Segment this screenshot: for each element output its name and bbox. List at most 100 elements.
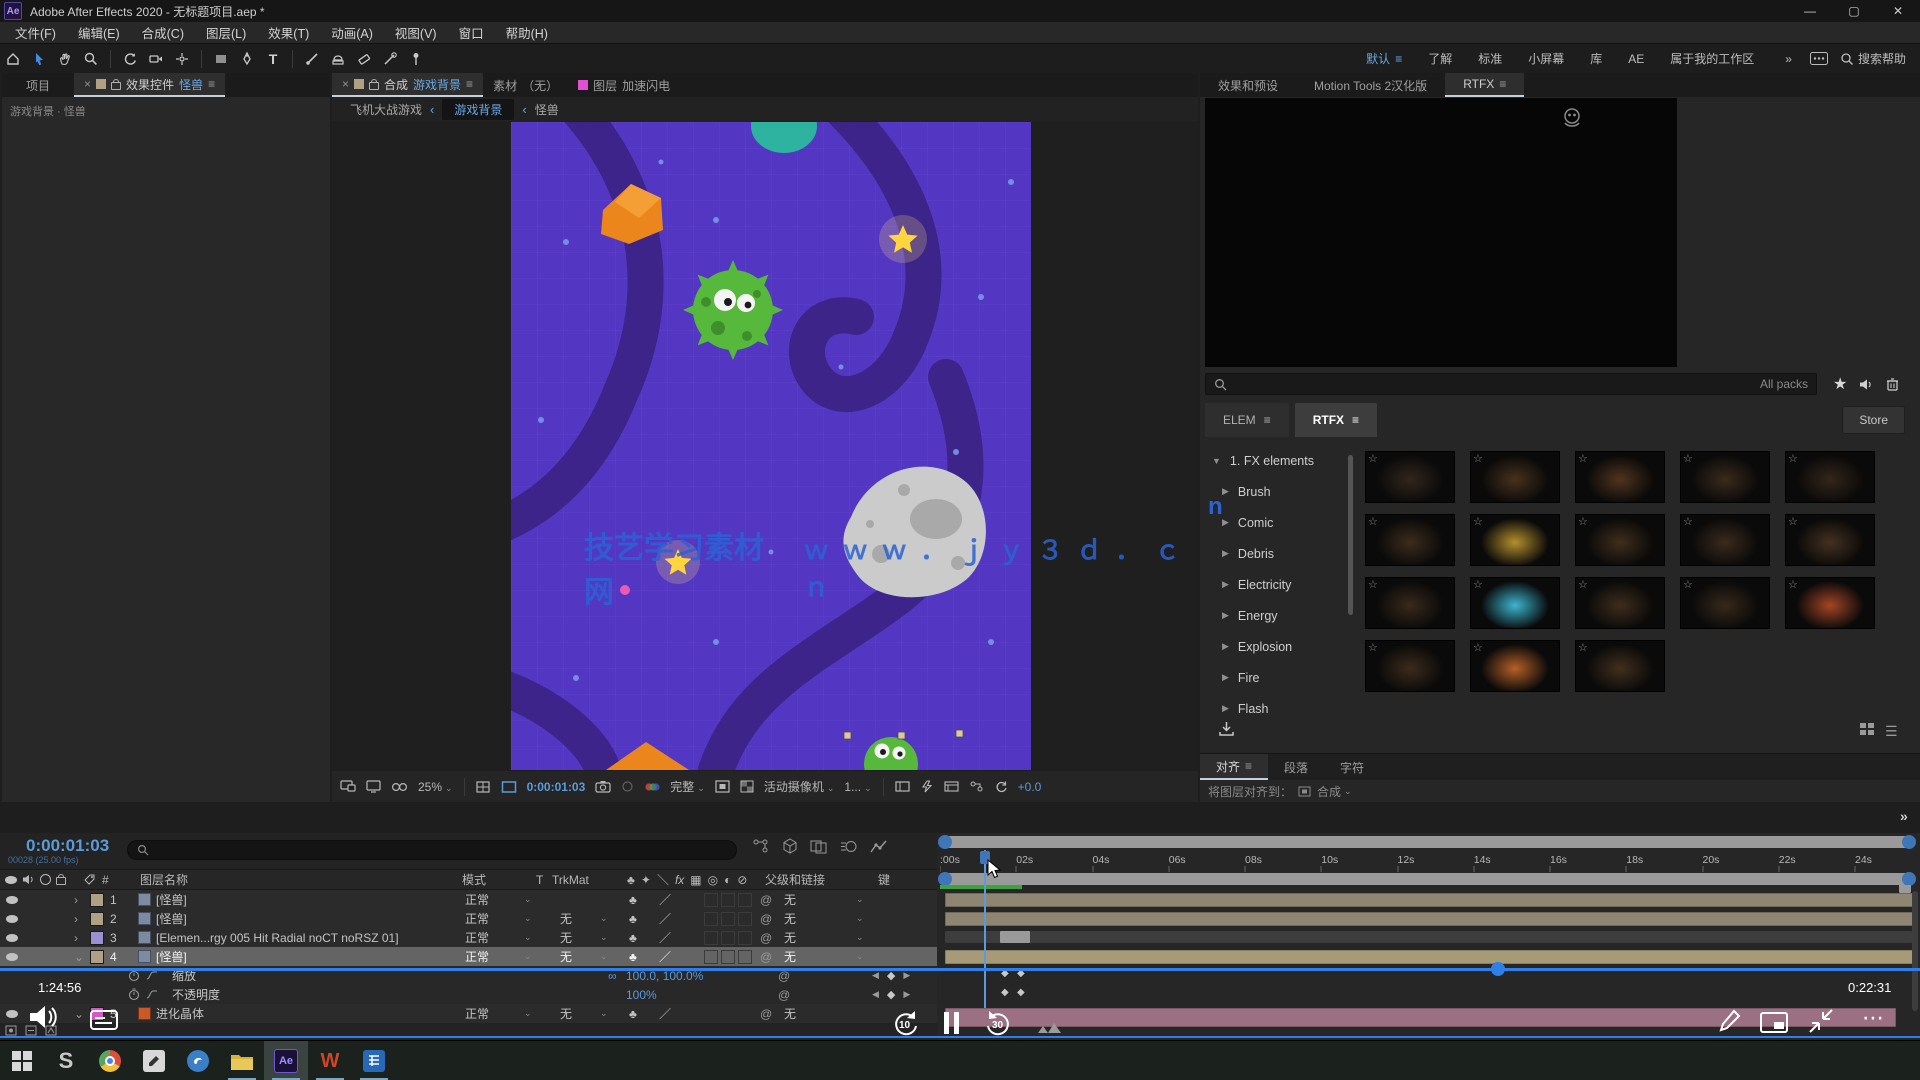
current-timecode[interactable]: 0:00:01:03 [26,836,109,856]
align-target-value[interactable]: 合成 [1317,783,1341,800]
stopwatch-icon[interactable] [128,985,140,1004]
footer-tab[interactable]: 字符≡ [1324,754,1380,780]
layer-row-5[interactable]: ⌄ 5 进化晶体 正常 ⌄ 无 ⌄ ♣ ／ @ 无 [0,1004,937,1024]
layer-bar-4[interactable] [945,950,1914,964]
viewer-tab[interactable]: × 素材 （无） ≡ [483,73,568,97]
viewer-timecode[interactable]: 0:00:01:03 [527,780,586,794]
volume-icon[interactable] [28,1003,58,1031]
quality-switch[interactable]: ／ [659,909,671,928]
favorite-star-icon[interactable]: ☆ [1473,515,1483,528]
close-button[interactable]: ✕ [1876,0,1920,22]
layer-row[interactable]: › 2 [怪兽] 正常 ⌄ 无 ⌄ ♣ ／ @ 无 ⌄ [0,909,937,929]
property-name[interactable]: 不透明度 [172,985,220,1004]
show-snapshot-icon[interactable] [621,780,634,793]
blend-mode-select[interactable]: 正常 [465,1004,489,1023]
keyframe-icon[interactable]: ◆ [1001,987,1009,998]
video-progress-line[interactable] [0,968,1920,971]
magnification-monitor-icon[interactable] [366,780,381,793]
all-packs-label[interactable]: All packs [1760,377,1808,391]
panel-menu-icon[interactable]: ≡ [1499,77,1506,91]
pack-thumbnail[interactable]: ☆ [1470,514,1560,566]
trash-icon[interactable] [1886,377,1899,391]
menu-item[interactable]: 动画(A) [320,23,384,42]
menu-item[interactable]: 文件(F) [4,23,67,42]
frame-blending-icon[interactable] [810,839,828,854]
graph-editor-icon[interactable] [870,839,888,854]
trkmat-select[interactable]: 无 [560,947,572,966]
work-area-bar[interactable] [940,873,1914,885]
shape-tool-icon[interactable] [208,46,234,72]
taskbar-app-sheets[interactable] [352,1041,396,1080]
expand-icon[interactable]: › [74,909,78,928]
category-item[interactable]: ▶ Flash [1210,693,1355,724]
pack-menu-icon[interactable]: ≡ [1352,413,1359,427]
pack-thumbnail[interactable]: ☆ [1365,451,1455,503]
favorite-star-icon[interactable]: ☆ [1368,452,1378,465]
expand-layers-icon[interactable] [5,1025,17,1036]
category-item[interactable]: ▶ Debris [1210,538,1355,569]
parent-select[interactable]: 无 [784,890,796,909]
expand-icon[interactable]: › [74,890,78,909]
home-icon[interactable] [0,46,26,72]
menu-item[interactable]: 图层(L) [195,23,257,42]
annotate-pencil-icon[interactable] [1718,1008,1742,1034]
category-item[interactable]: ▶ Comic [1210,507,1355,538]
zoom-level-select[interactable]: 25%⌄ [418,780,453,794]
fast-previews-icon[interactable] [920,780,934,793]
favorite-star-icon[interactable]: ☆ [1368,578,1378,591]
shy-switch[interactable]: ♣ [629,947,637,966]
frame-io-icon[interactable] [1810,52,1828,65]
category-item[interactable]: ▶ Brush [1210,476,1355,507]
parent-select[interactable]: 无 [784,909,796,928]
pack-tab[interactable]: RTFX≡ [1295,403,1377,437]
timeline-v-scrollbar[interactable] [1912,891,1918,1011]
shy-switch[interactable]: ♣ [629,909,637,928]
right-panel-tab[interactable]: RTFX≡ [1445,73,1524,97]
blend-mode-select[interactable]: 正常 [465,947,489,966]
switch-boxes[interactable] [704,890,755,909]
pickwhip-icon[interactable]: @ [760,890,772,909]
menu-item[interactable]: 合成(C) [131,23,195,42]
layer-name[interactable]: [怪兽] [156,890,187,909]
workspace-tab[interactable]: 库≡ [1590,50,1602,67]
expand-icon[interactable]: › [74,928,78,947]
exposure-value[interactable]: +0.0 [1018,780,1042,794]
channel-select-icon[interactable] [644,781,660,793]
favorite-star-icon[interactable]: ☆ [1683,578,1693,591]
pack-thumbnail[interactable]: ☆ [1575,451,1665,503]
pack-menu-icon[interactable]: ≡ [1264,413,1271,427]
timeline-search-input[interactable] [127,840,737,860]
pack-thumbnail[interactable]: ☆ [1470,451,1560,503]
keyframe-nav[interactable]: ◀◆▶ [868,985,914,1004]
more-options-icon[interactable]: ⋯ [1862,1005,1884,1031]
breadcrumb-item[interactable]: ‹ 怪兽 [514,101,558,118]
eye-icon[interactable] [6,1004,18,1023]
triangle-right-icon[interactable]: ▶ [1222,610,1229,621]
flowchart-icon[interactable] [969,780,984,793]
category-item[interactable]: ▶ Energy [1210,600,1355,631]
layer-bar-1[interactable] [945,893,1914,907]
viewer-tab[interactable]: × 图层 加速闪电 ≡ [568,73,680,97]
breadcrumb-item[interactable]: ‹ 飞机大战游戏 [350,101,422,118]
favorite-star-icon[interactable]: ☆ [1368,641,1378,654]
taskbar-app-chrome[interactable] [88,1041,132,1080]
pause-button[interactable] [942,1010,962,1036]
layer-row[interactable]: › 3 [Elemen...rgy 005 Hit Radial noCT no… [0,928,937,948]
camera-tool-icon[interactable] [143,46,169,72]
resolution-select[interactable]: 完整⌄ [670,778,705,795]
graph-icon[interactable] [146,985,158,1004]
triangle-right-icon[interactable]: ▶ [1222,579,1229,590]
draft-3d-icon[interactable] [782,838,798,854]
eraser-tool-icon[interactable] [351,46,377,72]
quality-switch[interactable]: ／ [659,928,671,947]
panel-menu-icon[interactable]: ≡ [466,77,473,91]
grid-view-icon[interactable] [1860,723,1874,735]
tabs-overflow-icon[interactable]: » [1900,808,1908,824]
workspace-tab[interactable]: 属于我的工作区≡ [1670,50,1754,67]
composition-viewer[interactable]: 技艺学习素材网 ｗｗｗ．ｊｙ３ｄ．ｃｎ [332,121,1198,771]
subtitle-icon[interactable] [90,1010,118,1032]
taskbar-app-explorer[interactable] [220,1041,264,1080]
snapshot-icon[interactable] [595,780,611,793]
rotate-tool-icon[interactable] [117,46,143,72]
zoom-tool-icon[interactable] [78,46,104,72]
